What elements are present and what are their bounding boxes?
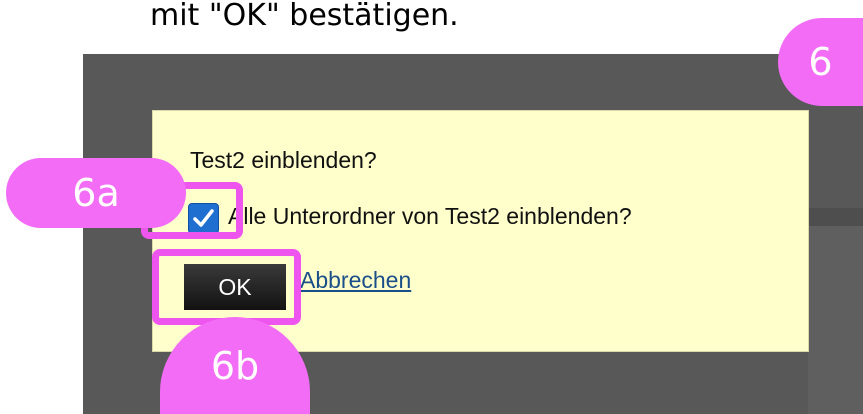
instruction-text: mit "OK" bestätigen. bbox=[150, 0, 459, 33]
highlight-6b bbox=[152, 249, 301, 325]
cancel-link[interactable]: Abbrechen bbox=[300, 267, 411, 294]
dialog-question: Test2 einblenden? bbox=[190, 147, 377, 173]
step-badge-6: 6 bbox=[778, 18, 863, 106]
step-badge-6a: 6a bbox=[6, 158, 186, 228]
overlay-right-strip bbox=[808, 226, 863, 414]
subfolders-checkbox-label[interactable]: Alle Unterordner von Test2 einblenden? bbox=[228, 203, 632, 230]
